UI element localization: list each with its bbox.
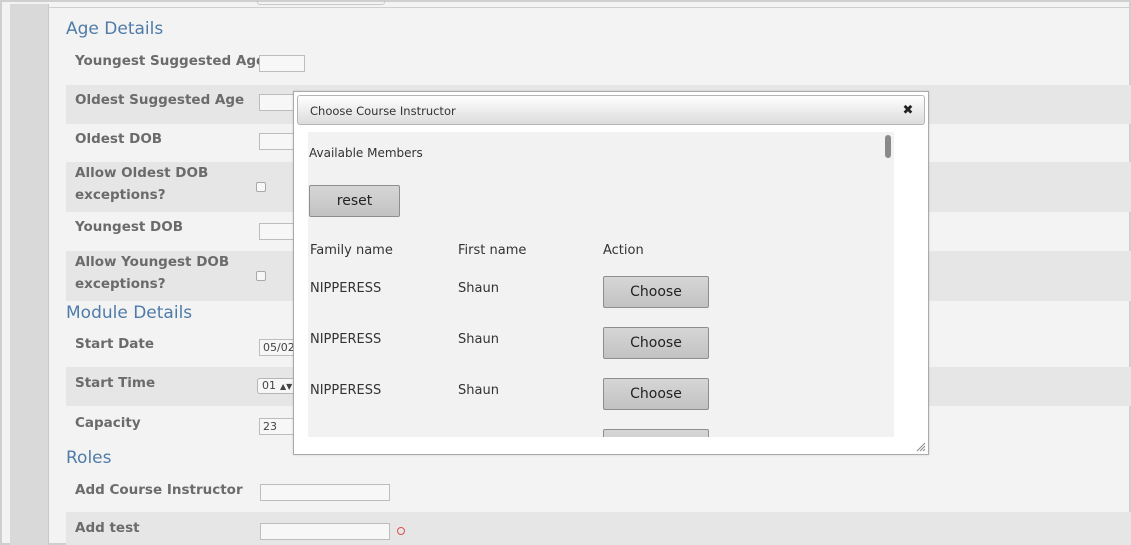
- row-1-first-name: Shaun: [458, 281, 499, 296]
- select-arrows-icon: ▲▼: [280, 382, 293, 391]
- dialog-title: Choose Course Instructor: [310, 104, 456, 118]
- choose-button[interactable]: Choose: [603, 378, 709, 410]
- add-test-label: Add test: [75, 520, 140, 536]
- left-gutter: [10, 4, 48, 545]
- allow-youngest-dob-label-line2: exceptions?: [75, 276, 166, 292]
- choose-button[interactable]: Choose: [603, 327, 709, 359]
- available-members-label: Available Members: [309, 146, 423, 160]
- youngest-suggested-age-label: Youngest Suggested Age: [75, 53, 266, 69]
- reset-button[interactable]: reset: [309, 185, 400, 217]
- start-time-value: 01: [262, 379, 276, 392]
- section-title-module: Module Details: [66, 303, 193, 323]
- column-header-action: Action: [603, 243, 644, 258]
- page-frame: Age Details Youngest Suggested Age Oldes…: [0, 0, 1131, 545]
- add-course-instructor-label: Add Course Instructor: [75, 482, 243, 498]
- dialog-body: Available Members reset Family name Firs…: [308, 132, 894, 437]
- column-header-family-name: Family name: [310, 243, 393, 258]
- dialog-scrollbar[interactable]: [885, 135, 891, 158]
- choose-instructor-dialog: Choose Course Instructor ✖ Available Mem…: [293, 91, 929, 455]
- row-3-first-name: Shaun: [458, 383, 499, 398]
- resize-grip-icon[interactable]: [916, 442, 926, 452]
- allow-oldest-dob-label-line1: Allow Oldest DOB: [75, 165, 209, 181]
- choose-button[interactable]: Choose: [603, 276, 709, 308]
- start-date-label: Start Date: [75, 336, 155, 352]
- row-2-family-name: NIPPERESS: [310, 332, 382, 347]
- add-test-input[interactable]: [260, 523, 390, 540]
- dialog-header[interactable]: Choose Course Instructor ✖: [297, 95, 925, 125]
- youngest-suggested-age-input[interactable]: [259, 55, 305, 72]
- start-time-label: Start Time: [75, 375, 156, 391]
- add-course-instructor-input[interactable]: [260, 484, 390, 501]
- youngest-dob-label: Youngest DOB: [75, 219, 184, 235]
- row-1-family-name: NIPPERESS: [310, 281, 382, 296]
- allow-oldest-dob-label-line2: exceptions?: [75, 187, 166, 203]
- row-youngest-suggested-age: Youngest Suggested Age: [66, 45, 1131, 80]
- start-time-select[interactable]: 01 ▲▼: [257, 378, 297, 394]
- row-2-first-name: Shaun: [458, 332, 499, 347]
- row-3-family-name: NIPPERESS: [310, 383, 382, 398]
- choose-button-clipped[interactable]: [603, 429, 709, 437]
- allow-youngest-dob-checkbox[interactable]: [256, 271, 266, 281]
- column-header-first-name: First name: [458, 243, 527, 258]
- section-title-age: Age Details: [66, 19, 164, 39]
- capacity-label: Capacity: [75, 415, 141, 431]
- row-add-test: Add test: [66, 512, 1131, 545]
- allow-oldest-dob-checkbox[interactable]: [256, 182, 266, 192]
- section-title-roles: Roles: [66, 448, 112, 468]
- oldest-dob-label: Oldest DOB: [75, 131, 163, 147]
- oldest-suggested-age-label: Oldest Suggested Age: [75, 92, 245, 108]
- row-add-course-instructor: Add Course Instructor: [66, 474, 1131, 510]
- allow-youngest-dob-label-line1: Allow Youngest DOB: [75, 254, 230, 270]
- close-icon[interactable]: ✖: [900, 103, 916, 119]
- clipped-field-above: [257, 0, 385, 5]
- required-indicator-icon: [397, 527, 405, 535]
